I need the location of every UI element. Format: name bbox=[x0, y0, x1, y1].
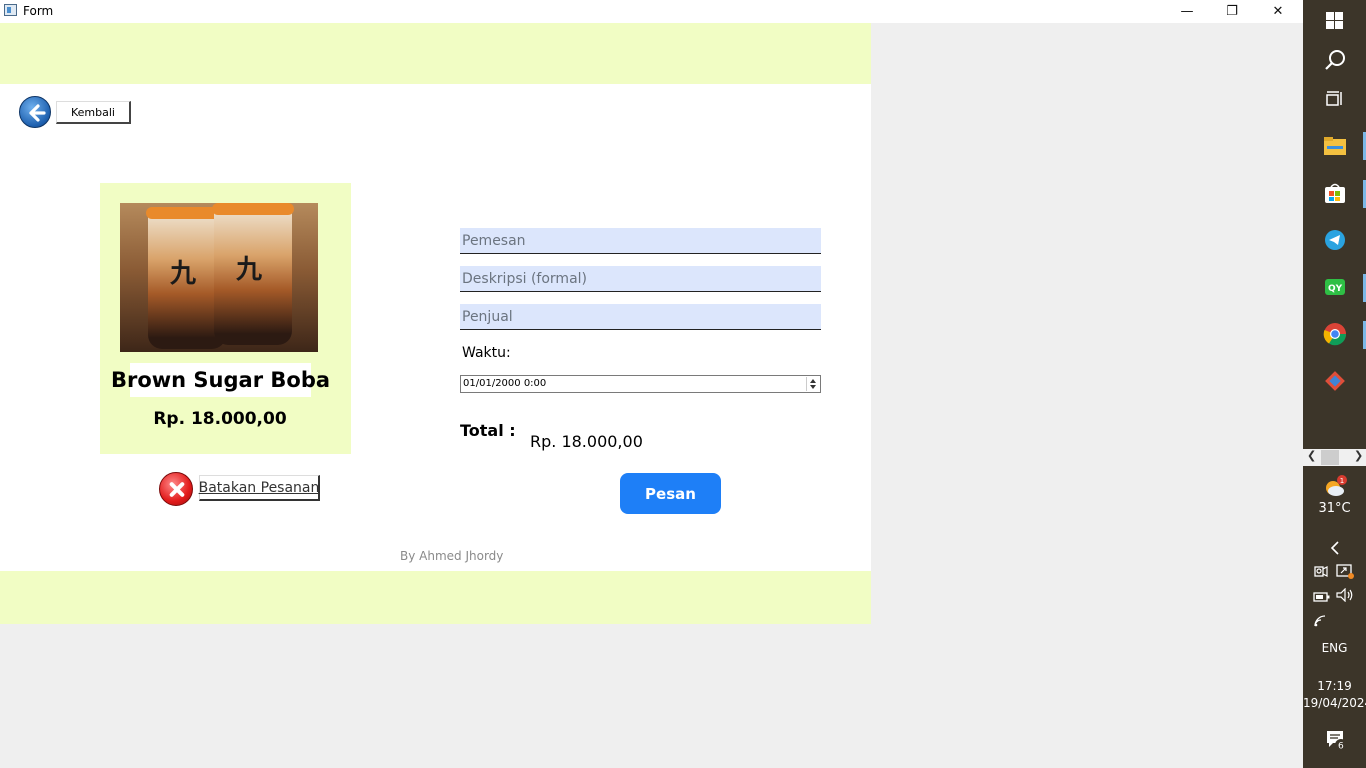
window-titlebar: Form — ❐ ✕ bbox=[0, 0, 1303, 23]
minimize-button[interactable]: — bbox=[1164, 0, 1210, 23]
order-form: Kembali 九 九 Brown Sugar Boba Rp. 18.000,… bbox=[0, 23, 871, 624]
chrome-icon[interactable] bbox=[1303, 314, 1366, 354]
product-price: Rp. 18.000,00 bbox=[153, 409, 287, 429]
waktu-value: 01/01/2000 0:00 bbox=[463, 378, 547, 389]
telegram-icon[interactable] bbox=[1303, 220, 1366, 260]
task-view-icon[interactable] bbox=[1303, 79, 1366, 119]
svg-text:QY: QY bbox=[1328, 284, 1343, 294]
product-name: Brown Sugar Boba bbox=[111, 363, 330, 397]
scroll-left-icon[interactable]: ❮ bbox=[1307, 449, 1316, 462]
boba-cup-right: 九 bbox=[212, 203, 294, 345]
product-card: 九 九 Brown Sugar Boba Rp. 18.000,00 bbox=[100, 183, 351, 454]
clock-date[interactable]: 19/04/2024 bbox=[1303, 696, 1366, 710]
cancel-icon[interactable] bbox=[159, 472, 193, 506]
clock-time[interactable]: 17:19 bbox=[1303, 679, 1366, 693]
notifications-icon[interactable]: 6 bbox=[1325, 729, 1351, 753]
maximize-button[interactable]: ❐ bbox=[1209, 0, 1255, 23]
header-band bbox=[0, 23, 871, 84]
screen-share-icon[interactable] bbox=[1336, 563, 1356, 581]
taskbar-scrollbar[interactable]: ❮ ❯ bbox=[1303, 449, 1366, 466]
file-explorer-icon[interactable] bbox=[1303, 126, 1366, 166]
wifi-icon[interactable] bbox=[1313, 613, 1331, 629]
total-value: Rp. 18.000,00 bbox=[530, 432, 643, 451]
notification-count: 6 bbox=[1338, 742, 1344, 752]
product-image: 九 九 bbox=[120, 203, 318, 352]
weather-badge: 1 bbox=[1339, 477, 1343, 485]
pemesan-input[interactable] bbox=[460, 228, 821, 254]
weather-icon[interactable]: 1 bbox=[1303, 472, 1366, 500]
total-label: Total : bbox=[460, 421, 516, 440]
form-app-icon bbox=[4, 4, 17, 16]
cancel-order-button[interactable]: Batakan Pesanan bbox=[199, 475, 320, 501]
footer-band bbox=[0, 571, 871, 624]
datetime-spinner[interactable] bbox=[806, 377, 819, 391]
spinner-up-icon[interactable] bbox=[810, 379, 816, 383]
show-hidden-icons-chevron-icon[interactable] bbox=[1303, 538, 1366, 558]
arrow-left-icon[interactable] bbox=[19, 96, 51, 128]
waktu-label: Waktu: bbox=[462, 345, 511, 361]
taskbar: QY ❮ ❯ 1 31°C ENG 17:19 19/04/2024 6 bbox=[1303, 0, 1366, 768]
battery-icon[interactable] bbox=[1313, 588, 1331, 604]
back-button[interactable]: Kembali bbox=[56, 101, 131, 124]
language-indicator[interactable]: ENG bbox=[1303, 641, 1366, 655]
git-tool-icon[interactable] bbox=[1303, 361, 1366, 401]
meet-now-icon[interactable] bbox=[1313, 563, 1331, 581]
scroll-thumb[interactable] bbox=[1321, 450, 1339, 465]
store-icon[interactable] bbox=[1303, 173, 1366, 213]
spinner-down-icon[interactable] bbox=[810, 385, 816, 389]
window-title: Form bbox=[23, 4, 54, 18]
penjual-input[interactable] bbox=[460, 304, 821, 330]
weather-temperature[interactable]: 31°C bbox=[1303, 501, 1366, 516]
order-button[interactable]: Pesan bbox=[620, 473, 721, 514]
search-icon[interactable] bbox=[1303, 40, 1366, 80]
start-windows-icon[interactable] bbox=[1303, 0, 1366, 40]
scroll-right-icon[interactable]: ❯ bbox=[1354, 449, 1363, 462]
credit-text: By Ahmed Jhordy bbox=[400, 549, 504, 563]
volume-icon[interactable] bbox=[1336, 587, 1356, 603]
deskripsi-input[interactable] bbox=[460, 266, 821, 292]
waktu-datetime-picker[interactable]: 01/01/2000 0:00 bbox=[460, 375, 821, 393]
qiyi-app-icon[interactable]: QY bbox=[1303, 267, 1366, 307]
close-button[interactable]: ✕ bbox=[1255, 0, 1301, 23]
